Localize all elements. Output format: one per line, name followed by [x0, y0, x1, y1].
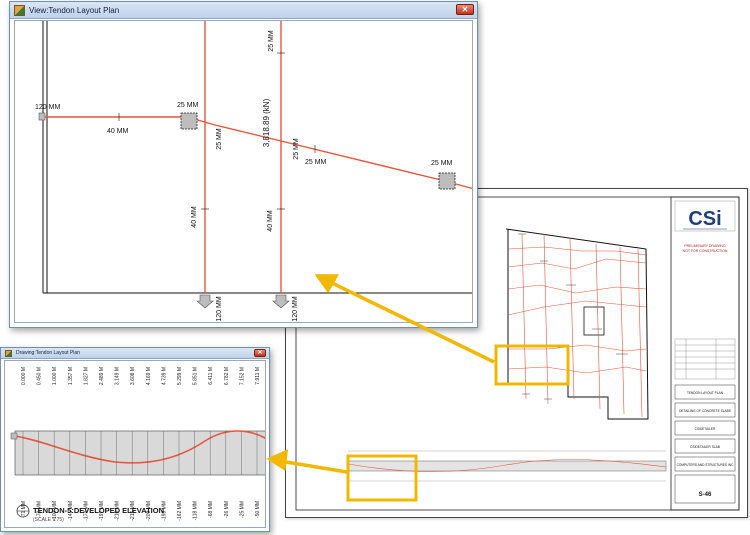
sheet-number: S-46 [699, 492, 712, 498]
not-for-construction-stamp: NOT FOR CONSTRUCTION [683, 249, 728, 253]
column-b [438, 172, 456, 190]
plan-highlight-box [494, 344, 570, 386]
force-label: 3,818.89 (kN) [262, 98, 271, 147]
csi-logo: CSi [688, 208, 721, 230]
mid-side-label: 25 MM [293, 138, 300, 160]
plan-view: 120 MM 25 MM 25 MM 40 MM 25 MM 25 MM 25 … [35, 21, 472, 322]
segment-1-label: 40 MM [107, 128, 129, 135]
elevation-canvas[interactable]: 0.000 M 0.450 M 1.000 M 1.357 M 1.827 M 2.489… [4, 360, 266, 528]
block-row-2: DETAILING OF CONCRETE SLABS [679, 409, 731, 413]
top-vertical-label: 25 MM [268, 30, 275, 52]
elevation-bottom-tick: -26 MM [224, 501, 230, 518]
elevation-bottom-tick: -25 MM [239, 501, 245, 518]
anchor-arrow-a [196, 294, 214, 309]
elevation-top-tick: 1.827 M [83, 367, 89, 385]
elevation-top-tick: 3.149 M [115, 367, 121, 385]
app-icon-small [5, 349, 12, 357]
column-b-label: 25 MM [431, 160, 453, 167]
screenshot-stage: CSi PRELIMINARY DRAWING NOT FOR CONSTRUC… [0, 0, 750, 535]
left-anchor-label: 120 MM [35, 104, 60, 111]
block-row-1: TENDON LAYOUT PLAN [687, 391, 724, 395]
elevation-titlebar[interactable]: Drawing:Tendon Layout Plan ✕ [1, 348, 269, 359]
lower-a-label: 40 MM [191, 206, 198, 228]
elevation-top-tick: 3.608 M [130, 367, 136, 385]
main-titlebar[interactable]: View:Tendon Layout Plan ✕ [10, 2, 477, 19]
column-a-label: 25 MM [177, 102, 199, 109]
tendon-layout-plan-window[interactable]: View:Tendon Layout Plan ✕ 120 MM 25 MM 2… [9, 1, 478, 328]
slab-band [14, 430, 265, 476]
lower-b-label: 40 MM [267, 210, 274, 232]
elevation-scale: (SCALE 1:75) [33, 517, 64, 523]
elevation-bottom-tick: -118 MM [193, 501, 199, 520]
elevation-heading: TENDON-5:DEVELOPED ELEVATION [33, 506, 164, 515]
elevation-top-tick: 0.450 M [37, 367, 43, 385]
elevation-bottom-tick: -71 MM [21, 501, 27, 518]
arrow-head-elevation [266, 449, 289, 471]
main-window-title: View:Tendon Layout Plan [29, 5, 120, 15]
close-button[interactable]: ✕ [456, 4, 474, 15]
block-row-3: CSIDETAILER [695, 427, 716, 431]
elevation-top-tick: 0.000 M [21, 367, 27, 385]
elevation-top-tick: 7.152 M [239, 367, 245, 385]
elevation-bottom-tick: -50 MM [255, 501, 261, 518]
bottom-b-label: 120 MM [292, 296, 299, 321]
column-a-side-label: 25 MM [216, 128, 223, 150]
elevation-top-tick: 6.411 M [208, 367, 214, 385]
elevation-bottom-tick: -162 MM [177, 501, 183, 521]
elevation-bottom-tick: -68 MM [208, 501, 214, 518]
elevation-close-button[interactable]: ✕ [254, 349, 266, 357]
elevation-top-tick: 5.299 M [177, 367, 183, 385]
prelim-stamp: PRELIMINARY DRAWING [684, 244, 726, 248]
app-icon [14, 4, 25, 16]
elevation-top-tick: 6.782 M [224, 367, 230, 385]
elevation-view: 0.000 M 0.450 M 1.000 M 1.357 M 1.827 M 2.489… [10, 367, 265, 523]
elevation-top-tick: 2.489 M [99, 367, 105, 385]
plan-canvas[interactable]: 120 MM 25 MM 25 MM 40 MM 25 MM 25 MM 25 … [14, 20, 473, 323]
elevation-top-tick: 1.357 M [68, 367, 74, 385]
bottom-a-label: 120 MM [216, 296, 223, 321]
block-row-4: CSIDETAILER SLAB [690, 445, 720, 449]
segment-2-label: 25 MM [305, 159, 327, 166]
elevation-top-tick: 1.000 M [52, 367, 58, 385]
anchor-arrow-b [272, 294, 290, 309]
elevation-top-tick: 7.911 M [255, 367, 261, 385]
elevation-window-title: Drawing:Tendon Layout Plan [16, 350, 80, 356]
block-row-5: COMPUTERS AND STRUCTURES INC [677, 463, 735, 467]
developed-elevation-window[interactable]: Drawing:Tendon Layout Plan ✕ 0.000 M 0.45… [0, 347, 270, 532]
elevation-top-tick: 4.739 M [161, 367, 167, 385]
elevation-top-tick: 4.169 M [146, 367, 152, 385]
elevation-top-tick: 5.851 M [193, 367, 199, 385]
column-a [180, 112, 198, 130]
